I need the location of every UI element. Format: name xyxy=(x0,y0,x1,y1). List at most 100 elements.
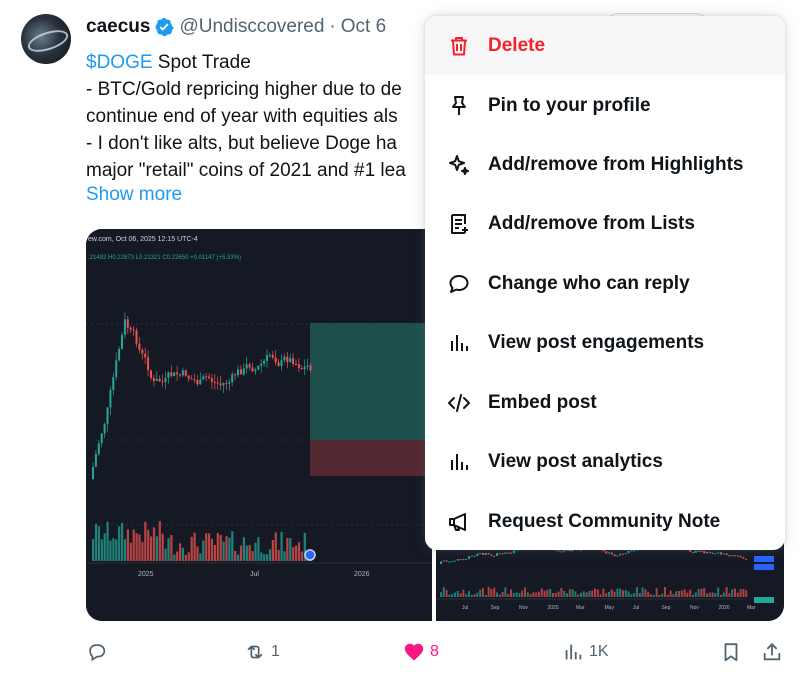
reply-button[interactable] xyxy=(86,636,113,668)
chart1-volume-bar xyxy=(231,531,234,561)
chart1-volume-bar xyxy=(106,521,109,561)
author-handle[interactable]: @Undisccovered xyxy=(179,16,324,38)
chart2-volume-bar xyxy=(468,591,470,597)
chart1-candle-body xyxy=(103,423,106,434)
menu-item-label: Pin to your profile xyxy=(488,94,651,116)
chart2-candle-body xyxy=(700,550,703,552)
chart1-candle-body xyxy=(170,372,173,376)
chart-image-1[interactable]: ew.com, Oct 06, 2025 12:15 UTC-4 .21492 … xyxy=(86,229,432,621)
verified-badge-icon[interactable] xyxy=(154,17,175,37)
chart1-volume-bar xyxy=(118,526,121,561)
chart2-volume-bar xyxy=(470,594,473,597)
chart1-candle-body xyxy=(303,366,306,370)
menu-item-embed[interactable]: Embed post xyxy=(425,373,785,432)
chart1-candle-body xyxy=(94,454,97,467)
chart2-candle-body xyxy=(736,555,739,557)
chart2-volume-bar xyxy=(526,592,529,597)
chart1-candle-body xyxy=(173,372,176,376)
repost-button[interactable]: 1 xyxy=(244,636,280,668)
chart2-volume-bar xyxy=(566,593,568,597)
chart1-volume-bar xyxy=(196,546,199,561)
menu-item-change-reply[interactable]: Change who can reply xyxy=(425,254,785,313)
chart1-volume-bar xyxy=(286,538,289,561)
chart2-candle-body xyxy=(619,553,622,556)
chart2-candle-body xyxy=(627,550,630,554)
chart2-volume-bar xyxy=(442,587,445,597)
menu-item-pin[interactable]: Pin to your profile xyxy=(425,76,785,135)
avatar[interactable] xyxy=(21,14,71,64)
chart1-candle-body xyxy=(289,358,292,362)
chart1-candle-body xyxy=(202,376,205,380)
chart1-candle-body xyxy=(263,360,266,364)
menu-item-lists[interactable]: Add/remove from Lists xyxy=(425,194,785,253)
chart2-volume-bar xyxy=(697,588,700,597)
chart1-volume-bar xyxy=(176,551,179,561)
chart2-xlabel: Sep xyxy=(662,605,671,611)
chart2-volume-bar xyxy=(501,592,504,597)
chart2-volume-bar xyxy=(465,594,468,597)
chart2-volume-bar xyxy=(445,590,448,597)
menu-item-engagements[interactable]: View post engagements xyxy=(425,313,785,372)
chart1-candle-body xyxy=(179,374,181,376)
chart1-candle-body xyxy=(115,360,118,377)
chart1-volume-bar xyxy=(210,538,214,561)
chart1-volume-bar xyxy=(242,537,245,561)
avatar-graphic xyxy=(25,25,71,57)
menu-item-label: Add/remove from Lists xyxy=(488,212,695,234)
chart2-volume-bar xyxy=(706,593,708,597)
chart1-candle-body xyxy=(271,354,274,358)
menu-item-label: View post analytics xyxy=(488,450,663,472)
cashtag-link[interactable]: $DOGE xyxy=(86,52,153,73)
reply-icon xyxy=(89,644,106,662)
bookmark-button[interactable] xyxy=(720,636,742,668)
chart2-volume-bar xyxy=(482,588,484,597)
chart1-volume-bar xyxy=(248,544,251,561)
chart1-candle-body xyxy=(112,376,115,391)
post-date[interactable]: Oct 6 xyxy=(341,16,386,38)
chart1-volume-bar xyxy=(260,552,263,561)
like-count: 8 xyxy=(430,643,439,660)
chart2-volume-bar xyxy=(546,589,549,597)
chart2-candle-body xyxy=(571,549,574,552)
chart1-volume-bar xyxy=(257,537,260,561)
chart2-volume-bar xyxy=(630,594,633,597)
chart2-candle-body xyxy=(739,555,742,558)
chart2-volume-bar xyxy=(605,593,608,597)
chart2-volume-bar xyxy=(599,594,602,597)
chart2-candle-body xyxy=(697,550,700,552)
like-button[interactable]: 8 xyxy=(403,636,439,668)
menu-item-analytics[interactable]: View post analytics xyxy=(425,432,785,491)
chart1-volume-bar xyxy=(237,554,240,561)
chart1-candle-body xyxy=(297,364,300,369)
chart1-candle-body xyxy=(158,378,161,382)
chart2-volume-bar xyxy=(678,591,680,597)
chart2-volume-bar xyxy=(484,594,487,597)
author-name[interactable]: caecus xyxy=(86,16,150,38)
repost-icon xyxy=(247,645,263,659)
show-more-link[interactable]: Show more xyxy=(86,184,182,206)
chart2-volume-bar xyxy=(521,590,524,597)
chart2-volume-bar xyxy=(720,594,722,597)
chart1-candle-body xyxy=(135,330,138,344)
chart1-volume-bar xyxy=(263,554,266,561)
menu-item-community-note[interactable]: Request Community Note xyxy=(425,492,785,550)
share-button[interactable] xyxy=(761,636,783,668)
chart2-volume-bar xyxy=(524,587,526,597)
chart2-volume-bar xyxy=(722,592,725,597)
chart2-candle-body xyxy=(473,555,476,557)
menu-item-label: Change who can reply xyxy=(488,272,690,294)
chart2-candle-body xyxy=(493,555,496,557)
chart2-volume-bar xyxy=(644,589,647,597)
chart2-candle-body xyxy=(504,552,507,554)
menu-item-delete[interactable]: Delete xyxy=(425,16,785,75)
megaphone-icon xyxy=(449,513,466,531)
chart2-volume-bar xyxy=(571,589,574,597)
chart2-volume-bar xyxy=(459,593,462,597)
chart1-candle-body xyxy=(213,381,216,383)
menu-item-highlights[interactable]: Add/remove from Highlights xyxy=(425,135,785,194)
views-button[interactable]: 1K xyxy=(562,636,609,668)
chart1-volume-bar xyxy=(103,533,106,561)
chart2-volume-bar xyxy=(728,593,731,597)
chart2-volume-bar xyxy=(557,591,560,597)
chart2-volume-bar xyxy=(711,592,714,597)
